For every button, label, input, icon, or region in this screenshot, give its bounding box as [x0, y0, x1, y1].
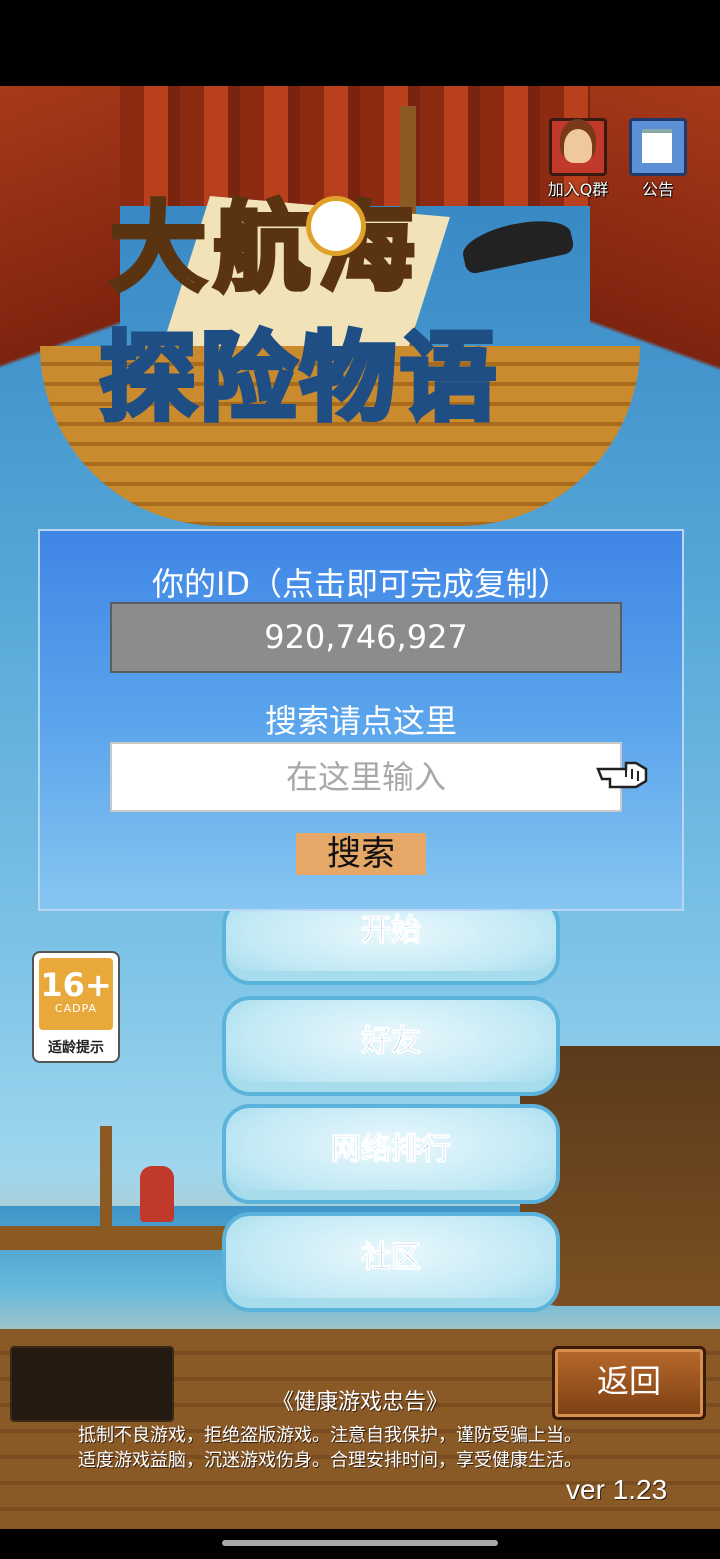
id-search-panel: 你的ID（点击即可完成复制） 920,746,927 搜索请点这里 在这里输入 … — [38, 529, 684, 911]
home-indicator[interactable] — [222, 1540, 498, 1546]
pointing-hand-icon — [596, 761, 648, 789]
join-qq-group-button[interactable]: 加入Q群 — [540, 118, 616, 200]
compass-icon — [306, 196, 366, 256]
pirate-hat-icon — [459, 213, 575, 275]
health-advice-line-2: 适度游戏益脑，沉迷游戏伤身。合理安排时间，享受健康生活。 — [78, 1450, 582, 1471]
ranking-button[interactable]: 网络排行 — [222, 1104, 560, 1204]
age-rating-badge: 16+ CADPA 适龄提示 — [32, 951, 120, 1063]
document-icon — [629, 118, 687, 176]
age-rating-label: 适龄提示 — [48, 1040, 104, 1056]
version-label: ver 1.23 — [566, 1474, 668, 1505]
community-button[interactable]: 社区 — [222, 1212, 560, 1312]
search-input[interactable]: 在这里输入 — [110, 742, 622, 812]
age-rating-value: 16+ — [40, 966, 112, 1004]
friends-button[interactable]: 好友 — [222, 996, 560, 1096]
character-portrait-icon — [549, 118, 607, 176]
player-id-copy-field[interactable]: 920,746,927 — [110, 602, 622, 673]
health-advice-line-1: 抵制不良游戏，拒绝盗版游戏。注意自我保护，谨防受骗上当。 — [78, 1425, 582, 1446]
game-logo-line2: 探险物语 — [98, 320, 500, 437]
search-button[interactable]: 搜索 — [296, 833, 426, 875]
dock — [0, 1226, 250, 1250]
join-qq-group-label: 加入Q群 — [547, 180, 609, 199]
announcement-button[interactable]: 公告 — [628, 118, 688, 200]
game-logo-line1: 大航海 — [108, 190, 422, 307]
sailor-character — [140, 1166, 174, 1222]
age-rating-box: 16+ CADPA — [39, 958, 113, 1030]
search-label: 搜索请点这里 — [264, 702, 457, 740]
health-advice-title: 《健康游戏忠告》 — [271, 1390, 448, 1415]
id-panel-title: 你的ID（点击即可完成复制） — [151, 565, 571, 603]
dock-crane — [100, 1126, 112, 1226]
announcement-label: 公告 — [641, 180, 674, 199]
